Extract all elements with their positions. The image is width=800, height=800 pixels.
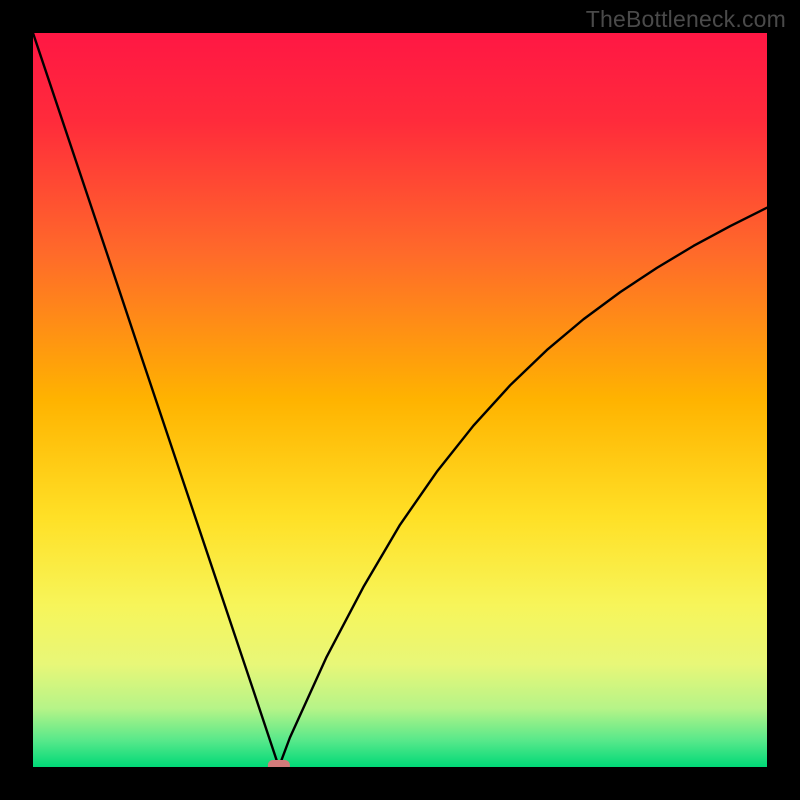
optimal-marker	[268, 760, 290, 767]
bottleneck-chart	[33, 33, 767, 767]
watermark-text: TheBottleneck.com	[586, 6, 786, 33]
chart-frame: TheBottleneck.com	[0, 0, 800, 800]
gradient-background	[33, 33, 767, 767]
plot-area	[33, 33, 767, 767]
